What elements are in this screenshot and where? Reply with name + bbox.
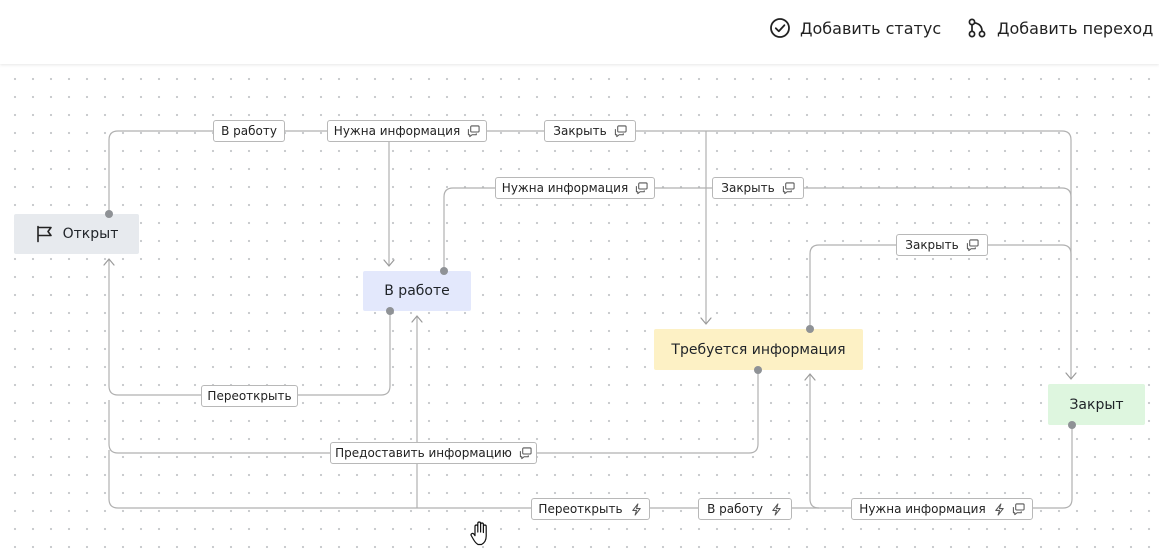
transition-label-text: Переоткрыть — [207, 389, 292, 403]
status-closed[interactable]: Закрыт — [1048, 384, 1145, 425]
transition-label-text: Нужна информация — [333, 124, 461, 138]
transition-label[interactable]: Предоставить информацию — [330, 442, 537, 464]
lightning-icon — [631, 502, 641, 516]
transition-label-text: Предоставить информацию — [335, 446, 512, 460]
comment-icon — [782, 181, 795, 194]
status-need-info-label: Требуется информация — [671, 341, 846, 358]
port-open-top[interactable] — [105, 210, 113, 218]
flag-icon — [36, 225, 52, 243]
edge-needinfo-open — [108, 370, 759, 454]
port-inprogress-bottom[interactable] — [386, 307, 394, 315]
transition-label[interactable]: Закрыть — [544, 120, 636, 142]
transition-label[interactable]: В работу — [213, 120, 285, 142]
edge-bottom-needinfo — [809, 375, 820, 509]
add-transition-label: Добавить переход — [997, 18, 1154, 38]
transition-edges — [103, 130, 1077, 509]
hand-cursor-icon — [470, 521, 487, 546]
edge-closed-bottom-bus — [108, 425, 1073, 509]
status-in-progress[interactable]: В работе — [363, 271, 471, 311]
port-closed-bottom[interactable] — [1068, 421, 1076, 429]
transition-label-text: В работу — [707, 502, 763, 516]
status-open[interactable]: Открыт — [14, 214, 139, 254]
transition-label[interactable]: Закрыть — [712, 177, 804, 199]
transition-label-text: Закрыть — [905, 238, 959, 252]
add-transition-button[interactable]: Добавить переход — [966, 14, 1153, 42]
transition-label-text: Нужна информация — [859, 502, 986, 516]
port-needinfo-top[interactable] — [806, 325, 814, 333]
port-inprogress-top[interactable] — [440, 267, 448, 275]
edge-needinfo-closed — [809, 244, 1072, 329]
lightning-icon — [994, 502, 1004, 516]
transition-label[interactable]: Нужна информация — [327, 120, 487, 142]
lightning-icon — [772, 502, 781, 516]
comment-icon — [636, 181, 648, 194]
toolbar: Добавить статус Добавить переход — [0, 0, 1159, 64]
transition-label[interactable]: Переоткрыть — [531, 498, 650, 520]
transition-label[interactable]: Переоткрыть — [201, 385, 298, 407]
status-closed-label: Закрыт — [1069, 396, 1124, 413]
transition-label-text: Закрыть — [553, 124, 607, 138]
status-open-label: Открыт — [62, 226, 119, 242]
transition-label-text: Нужна информация — [501, 181, 629, 195]
transition-label[interactable]: Закрыть — [896, 234, 988, 256]
edge-inprogress-bus — [443, 187, 1072, 271]
git-branch-icon — [968, 18, 986, 38]
status-need-info[interactable]: Требуется информация — [654, 329, 863, 370]
transition-label-text: Переоткрыть — [538, 502, 623, 516]
edge-inprogress-open — [108, 260, 391, 396]
comment-icon — [614, 124, 627, 137]
comment-icon — [468, 124, 480, 137]
check-circle-icon — [770, 18, 790, 38]
add-status-button[interactable]: Добавить статус — [769, 14, 941, 42]
transition-label-text: В работу — [221, 124, 277, 138]
transition-label-text: Закрыть — [721, 181, 775, 195]
comment-icon — [1012, 502, 1025, 515]
comment-icon — [966, 238, 979, 251]
transition-label[interactable]: Нужна информация — [495, 177, 655, 199]
port-needinfo-bottom[interactable] — [754, 366, 762, 374]
transition-label[interactable]: В работу — [698, 498, 792, 520]
comment-icon — [519, 446, 532, 459]
status-in-progress-label: В работе — [384, 283, 450, 299]
add-status-label: Добавить статус — [800, 18, 942, 38]
transition-label[interactable]: Нужна информация — [851, 498, 1033, 520]
